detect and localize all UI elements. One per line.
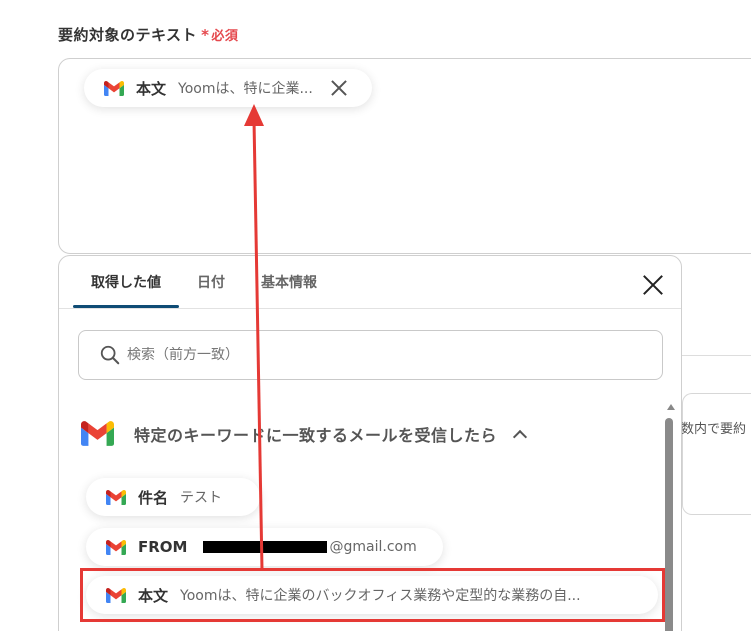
scrollbar-thumb[interactable] [665,418,673,631]
value-item-subject[interactable]: 件名 テスト [86,478,260,516]
field-label-text: 要約対象のテキスト [58,26,198,44]
required-text: 必須 [211,29,239,44]
item-value: @gmail.com [329,539,417,555]
tab-acquired-values[interactable]: 取得した値 [73,256,179,308]
search-input[interactable] [127,347,607,363]
search-icon [100,345,120,365]
trigger-section-header[interactable]: 特定のキーワードに一致するメールを受信したら [81,421,528,446]
chevron-up-icon[interactable] [512,429,528,444]
section-title: 特定のキーワードに一致するメールを受信したら [134,425,498,445]
chip-value: Yoomは、特に企業... [178,81,313,97]
chip-name: 本文 [136,79,167,98]
tab-divider [59,308,681,309]
required-star: * [201,26,210,44]
close-icon[interactable] [331,80,347,96]
gmail-icon [104,80,124,96]
gmail-icon [106,539,126,555]
search-field[interactable] [78,330,663,380]
redaction-bar [203,541,328,553]
gmail-icon [106,489,126,505]
annotation-highlight-box [80,568,665,622]
field-label: 要約対象のテキスト * 必須 [58,24,238,45]
item-name: FROM [138,538,188,556]
item-name: 件名 [138,488,169,507]
tab-date[interactable]: 日付 [179,256,243,308]
tab-bar: 取得した値 日付 基本情報 [73,256,335,308]
selected-value-chip[interactable]: 本文 Yoomは、特に企業... [84,69,372,107]
item-value: テスト [180,490,223,506]
close-icon[interactable] [643,275,663,295]
tab-basic-info[interactable]: 基本情報 [243,256,335,308]
background-input-box [682,393,751,515]
scroll-up-arrow[interactable] [667,404,675,410]
background-partial-text: 数内で要約 [681,422,747,437]
value-item-from[interactable]: FROM @gmail.com [86,528,443,566]
gmail-icon [81,421,114,446]
divider [682,355,751,356]
